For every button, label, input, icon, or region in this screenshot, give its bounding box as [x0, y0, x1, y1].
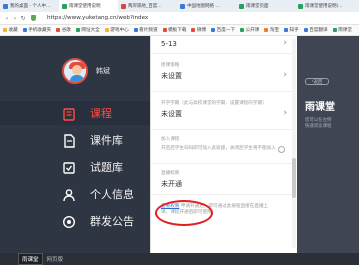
browser-tab[interactable]: 雨课堂使用说明(... — [295, 1, 354, 11]
bookmark-icon — [211, 28, 216, 32]
browser-tab-bar: 我的桌面 - 个人中... 雨课堂使用说明 两岸隔地_百度... 中国地图网络 ...… — [0, 0, 359, 12]
username: 韩斌 — [96, 67, 110, 75]
bookmark-icon — [332, 28, 337, 32]
tab-label: 两岸隔地_百度... — [128, 4, 162, 9]
footer-version: 网页版 — [46, 257, 64, 263]
bookmark-item[interactable]: 百度翻译 — [303, 27, 328, 33]
tab-label: 雨课堂页面 — [246, 4, 269, 9]
scrollbar[interactable] — [292, 38, 296, 248]
sidebar-item[interactable]: 个人信息 — [0, 182, 150, 206]
bookmarks-bar: 收藏 手机收藏夹 谷歌 网址大全 游戏中心 看片频道 模板下载 微博 百度一下 公开课 淘宝 知乎 百度… — [0, 25, 359, 36]
field-title: 授课策略 — [161, 63, 180, 68]
bookmark-icon — [284, 28, 289, 32]
sidebar-item[interactable]: 课程 — [0, 101, 150, 125]
favicon-icon — [298, 3, 303, 9]
profile-icon — [62, 187, 76, 202]
tab-label: 我的桌面 - 个人中... — [10, 4, 51, 9]
class-time-value: 5-13 — [161, 40, 177, 48]
sidebar-item-label: 课程 — [90, 107, 112, 120]
bookmark-item[interactable]: 网址大全 — [75, 27, 100, 33]
favicon-icon — [121, 3, 126, 9]
welcome-area: ‹ 返回 雨课堂 您可以在左侧 快速浏览课程 — [297, 36, 359, 253]
bookmark-item[interactable]: 百度一下 — [211, 27, 235, 33]
welcome-title: 雨课堂 — [305, 102, 335, 113]
highlight-circle — [155, 200, 213, 226]
bookmark-item[interactable]: 微博 — [191, 27, 206, 33]
chevron-right-icon[interactable]: › — [283, 70, 287, 80]
bookmark-icon — [240, 28, 245, 32]
chevron-right-icon[interactable]: › — [283, 38, 287, 48]
tab-label: 中国地图网络 ... — [187, 4, 220, 9]
bookmark-icon — [104, 28, 109, 32]
bookmark-item[interactable]: 雨课堂 — [332, 27, 352, 33]
bookmark-icon — [133, 28, 138, 32]
tab-label: 雨课堂使用说明(... — [305, 4, 343, 9]
bookmark-item[interactable]: 模板下载 — [162, 27, 186, 33]
sidebar-item[interactable]: 课件库 — [0, 128, 150, 152]
question-bank-icon — [62, 160, 76, 174]
bookmark-item[interactable]: 淘宝 — [264, 27, 279, 33]
back-button[interactable]: ‹ 返回 — [305, 78, 329, 85]
bookmark-icon — [162, 28, 167, 32]
sidebar-item[interactable]: 群发公告 — [0, 209, 150, 233]
favicon-icon — [62, 3, 67, 9]
field-desc: 开启后学生扫码即可加入此班级，关闭后学生将不能加入 — [161, 146, 276, 151]
shield-icon — [31, 15, 36, 21]
bookmark-item[interactable]: 收藏 — [3, 27, 18, 33]
bookmark-icon — [3, 28, 7, 32]
sidebar: 韩斌 课程课件库试题库个人信息群发公告 — [0, 36, 150, 253]
bookmark-item[interactable]: 知乎 — [284, 27, 299, 33]
url-field[interactable]: https://www.yuketang.cn/web?index — [44, 14, 151, 23]
bookmark-icon — [191, 28, 196, 32]
footer: 雨课堂 网页版 — [0, 253, 359, 265]
sidebar-item-label: 课件库 — [90, 134, 123, 147]
refresh-icon[interactable]: ↻ — [19, 15, 27, 22]
bookmark-item[interactable]: 看片频道 — [133, 27, 158, 33]
footer-logo: 雨课堂 — [18, 253, 43, 265]
bookmark-icon — [264, 28, 269, 32]
favicon-icon — [3, 3, 8, 9]
browser-tab[interactable]: 两岸隔地_百度... — [118, 1, 177, 11]
forward-icon[interactable]: › — [11, 15, 19, 22]
bookmark-icon — [75, 28, 80, 32]
chevron-right-icon[interactable]: › — [283, 108, 287, 118]
avatar[interactable] — [62, 58, 88, 84]
field-title: 加入课程 — [161, 137, 180, 142]
bookmark-item[interactable]: 谷歌 — [56, 27, 71, 33]
courseware-icon — [62, 133, 76, 148]
favicon-icon — [180, 3, 185, 9]
address-bar: ‹ › ↻ https://www.yuketang.cn/web?index — [0, 12, 359, 25]
bookmark-item[interactable]: 公开课 — [240, 27, 259, 33]
bookmark-icon — [22, 28, 27, 32]
browser-tab[interactable]: 中国地图网络 ... — [177, 1, 236, 11]
field-title: 开学学期（此与高校课堂的学期、设置课程的学期） — [161, 101, 267, 106]
toggle-circle[interactable] — [278, 146, 285, 153]
course-icon — [62, 106, 76, 121]
field-value: 未开通 — [161, 180, 182, 188]
bookmark-icon — [303, 28, 308, 32]
browser-tab[interactable]: 我的桌面 - 个人中... — [0, 1, 59, 11]
bookmark-icon — [56, 28, 61, 32]
bookmark-item[interactable]: 游戏中心 — [104, 27, 129, 33]
back-icon[interactable]: ‹ — [3, 15, 11, 22]
sidebar-item[interactable]: 试题库 — [0, 155, 150, 179]
sidebar-item-label: 试题库 — [90, 161, 123, 174]
bookmark-item[interactable]: 手机收藏夹 — [22, 27, 51, 33]
browser-tab[interactable]: 雨课堂页面 — [236, 1, 295, 11]
browser-tab[interactable]: 雨课堂使用说明 — [59, 0, 118, 12]
sidebar-item-label: 群发公告 — [90, 215, 134, 228]
tab-label: 雨课堂使用说明 — [69, 4, 101, 9]
favicon-icon — [239, 3, 244, 9]
announcement-icon — [62, 214, 76, 229]
field-title: 直播权限 — [161, 171, 180, 176]
welcome-desc: 您可以在左侧 快速浏览课程 — [305, 118, 332, 129]
field-value[interactable]: 未设置 — [161, 71, 291, 81]
sidebar-item-label: 个人信息 — [90, 188, 134, 201]
field-value[interactable]: 未设置 — [161, 109, 291, 119]
